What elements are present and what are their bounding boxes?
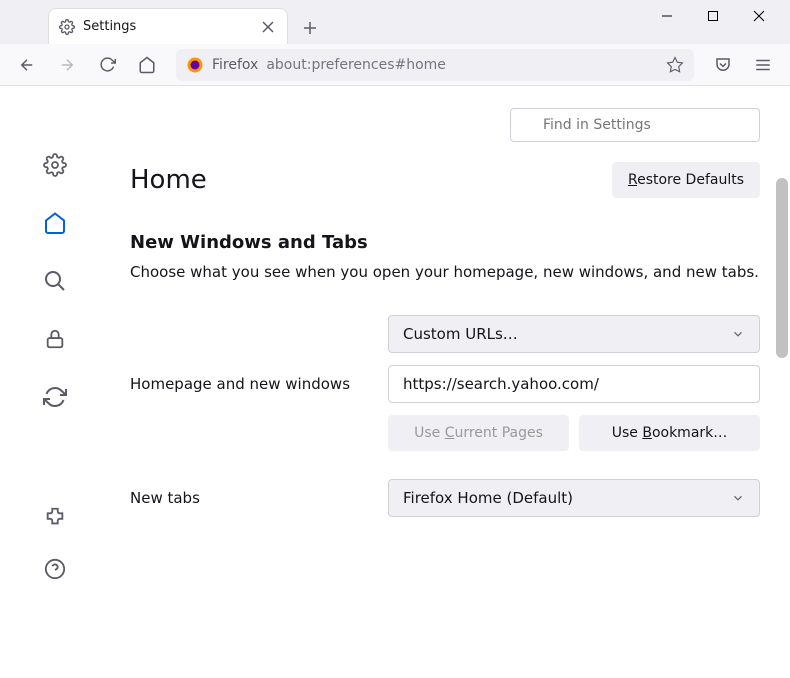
minimize-button[interactable] [644,0,690,32]
content: Home RRestore Defaultsestore Defaults Ne… [0,86,790,603]
section-desc: Choose what you see when you open your h… [130,263,760,281]
chevron-down-icon [731,491,745,505]
urlbar-url: about:preferences#home [266,57,658,73]
sidebar-home[interactable] [41,209,69,237]
back-button[interactable] [10,48,44,82]
use-bookmark-button[interactable]: Use Bookmark… [579,415,760,451]
chevron-down-icon [731,327,745,341]
pocket-button[interactable] [706,48,740,82]
homepage-url-input[interactable] [388,365,760,403]
main-panel: Home RRestore Defaultsestore Defaults Ne… [110,86,790,603]
close-window-button[interactable] [736,0,782,32]
firefox-icon [186,56,204,74]
sidebar-general[interactable] [41,151,69,179]
titlebar: Settings [0,0,790,44]
newtabs-label: New tabs [130,489,370,507]
reload-button[interactable] [90,48,124,82]
close-tab-button[interactable] [259,18,277,36]
homepage-mode-dropdown[interactable]: Custom URLs… [388,315,760,353]
urlbar-brand: Firefox [212,57,258,73]
dropdown-value: Firefox Home (Default) [403,489,573,507]
window-controls [644,0,782,32]
home-button[interactable] [130,48,164,82]
section-title: New Windows and Tabs [130,232,760,253]
new-tab-button[interactable] [294,12,326,44]
url-bar[interactable]: Firefox about:preferences#home [176,49,694,81]
tab-title: Settings [83,19,251,34]
forward-button[interactable] [50,48,84,82]
gear-icon [59,19,75,35]
restore-defaults-button[interactable]: RRestore Defaultsestore Defaults [612,162,760,198]
toolbar: Firefox about:preferences#home [0,44,790,86]
bookmark-star-icon[interactable] [666,56,684,74]
maximize-button[interactable] [690,0,736,32]
scrollbar[interactable] [774,178,788,678]
sidebar-extensions[interactable] [41,503,69,531]
browser-tab[interactable]: Settings [48,8,288,44]
find-in-settings-input[interactable] [510,108,760,142]
sidebar-sync[interactable] [41,383,69,411]
scrollbar-thumb[interactable] [776,178,788,358]
page-title: Home [130,165,207,195]
sidebar-help[interactable] [41,555,69,583]
dropdown-value: Custom URLs… [403,325,518,343]
newtabs-dropdown[interactable]: Firefox Home (Default) [388,479,760,517]
sidebar [0,86,110,603]
sidebar-privacy[interactable] [41,325,69,353]
homepage-label-text: Homepage and new windows [130,375,370,393]
use-current-pages-button[interactable]: Use Current Pages [388,415,569,451]
menu-button[interactable] [746,48,780,82]
sidebar-search[interactable] [41,267,69,295]
